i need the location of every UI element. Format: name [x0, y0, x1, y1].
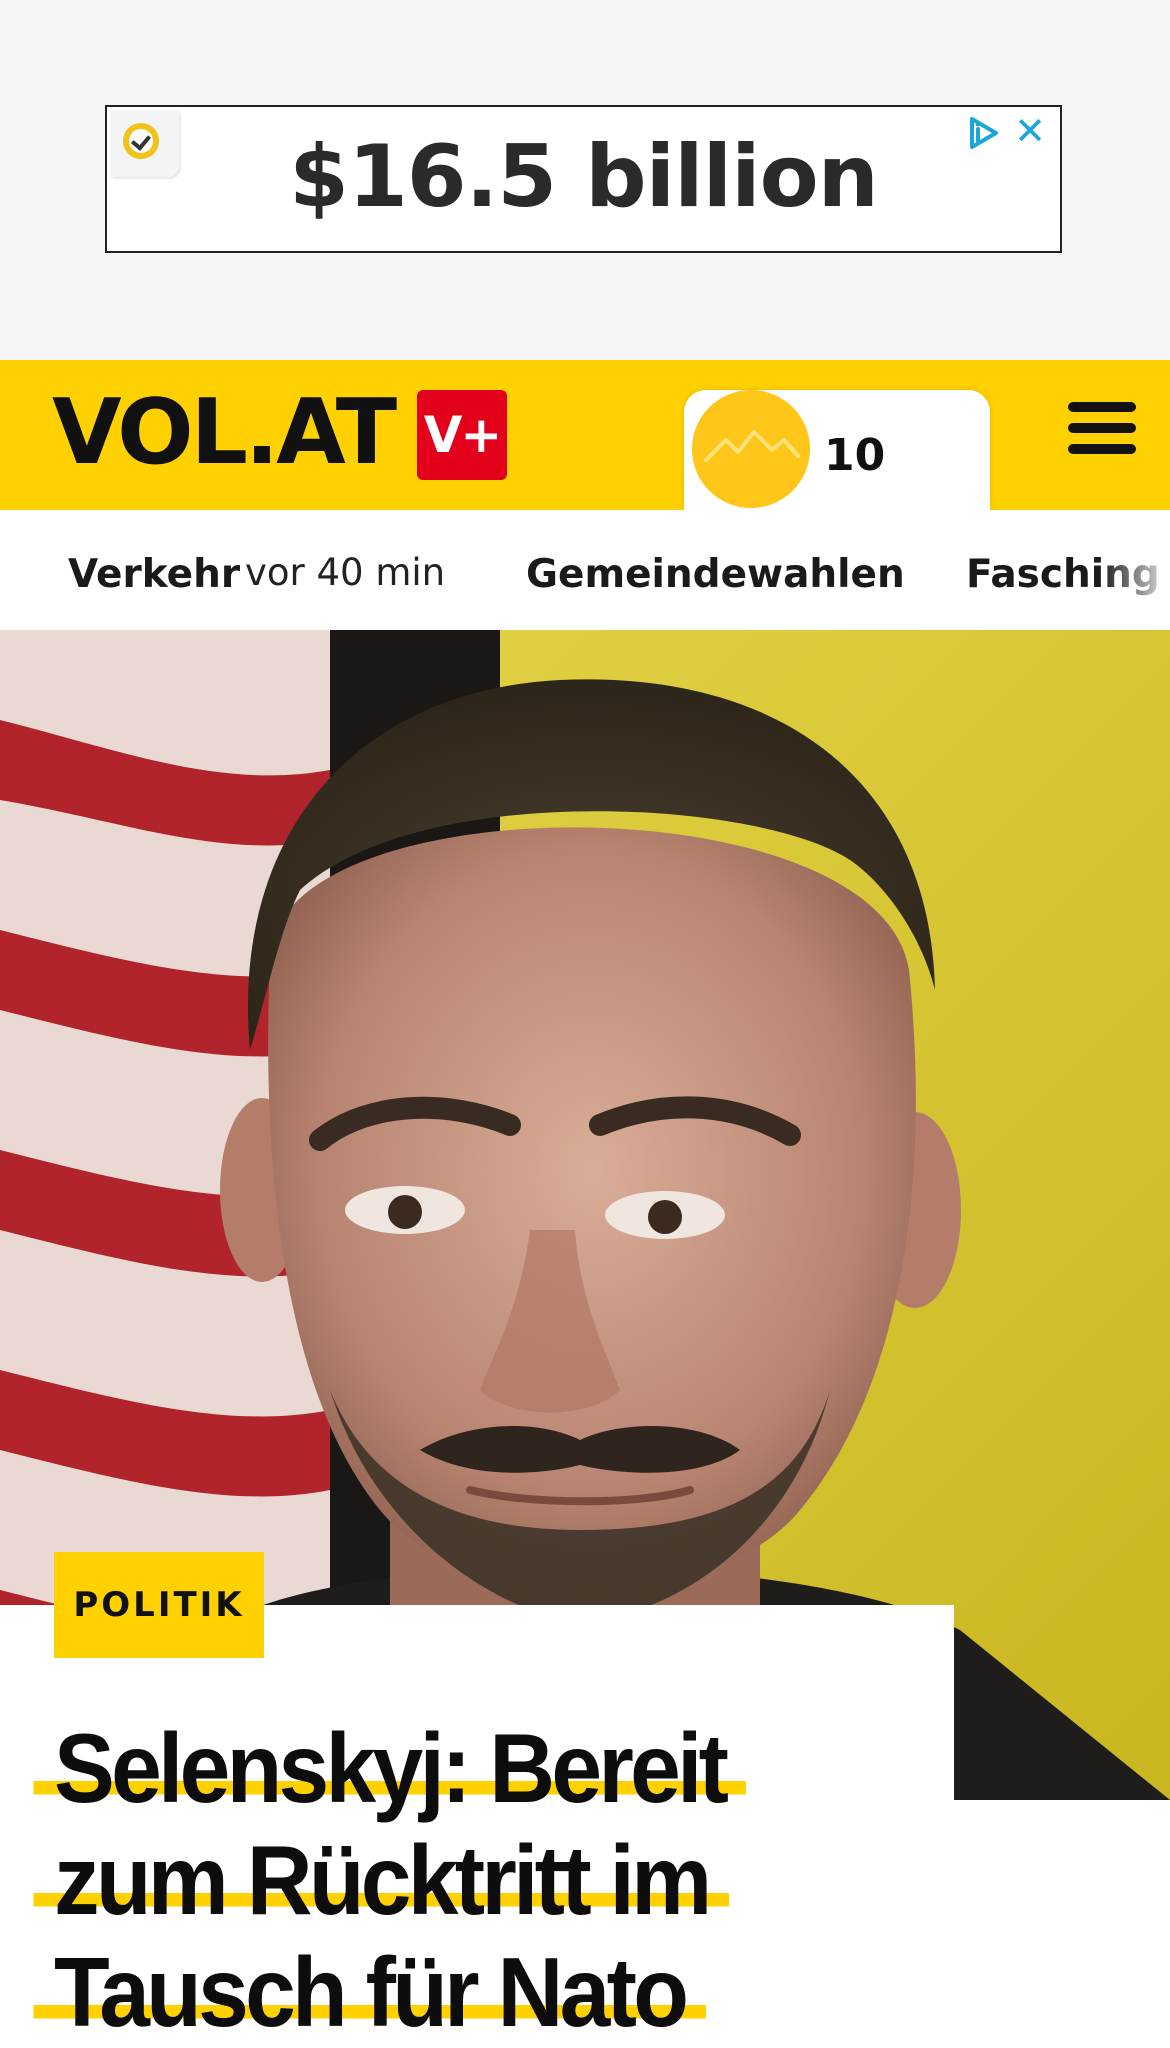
topic-nav: Verkehr vor 40 min Gemeindewahlen Faschi…: [0, 510, 1170, 630]
article-headline[interactable]: Selenskyj: Bereit zum Rücktritt im Tausc…: [33, 1712, 854, 2048]
vplus-button[interactable]: V+: [417, 390, 507, 480]
site-header: VOL.AT V+ 10: [0, 360, 1170, 510]
topic-gemeindewahlen[interactable]: Gemeindewahlen: [526, 550, 905, 600]
weather-widget[interactable]: 10: [684, 390, 990, 510]
site-logo[interactable]: VOL.AT: [52, 378, 397, 488]
hamburger-menu-icon[interactable]: [1068, 402, 1136, 454]
weather-temperature: 10: [824, 430, 886, 481]
ad-headline[interactable]: $16.5 billion: [107, 127, 1060, 227]
headline-text[interactable]: Selenskyj: Bereit zum Rücktritt im Tausc…: [33, 1713, 746, 2047]
ad-banner[interactable]: $16.5 billion ✕: [105, 105, 1062, 253]
topic-verkehr[interactable]: Verkehr: [68, 550, 240, 600]
mountain-sun-icon: [692, 390, 810, 508]
category-tag[interactable]: POLITIK: [54, 1552, 264, 1658]
ad-area: $16.5 billion ✕: [0, 0, 1170, 360]
close-icon[interactable]: ✕: [1010, 111, 1050, 151]
nav-fade: [1100, 510, 1170, 630]
topic-verkehr-time: vor 40 min: [245, 551, 446, 594]
ad-choices-icon[interactable]: [964, 113, 1004, 153]
